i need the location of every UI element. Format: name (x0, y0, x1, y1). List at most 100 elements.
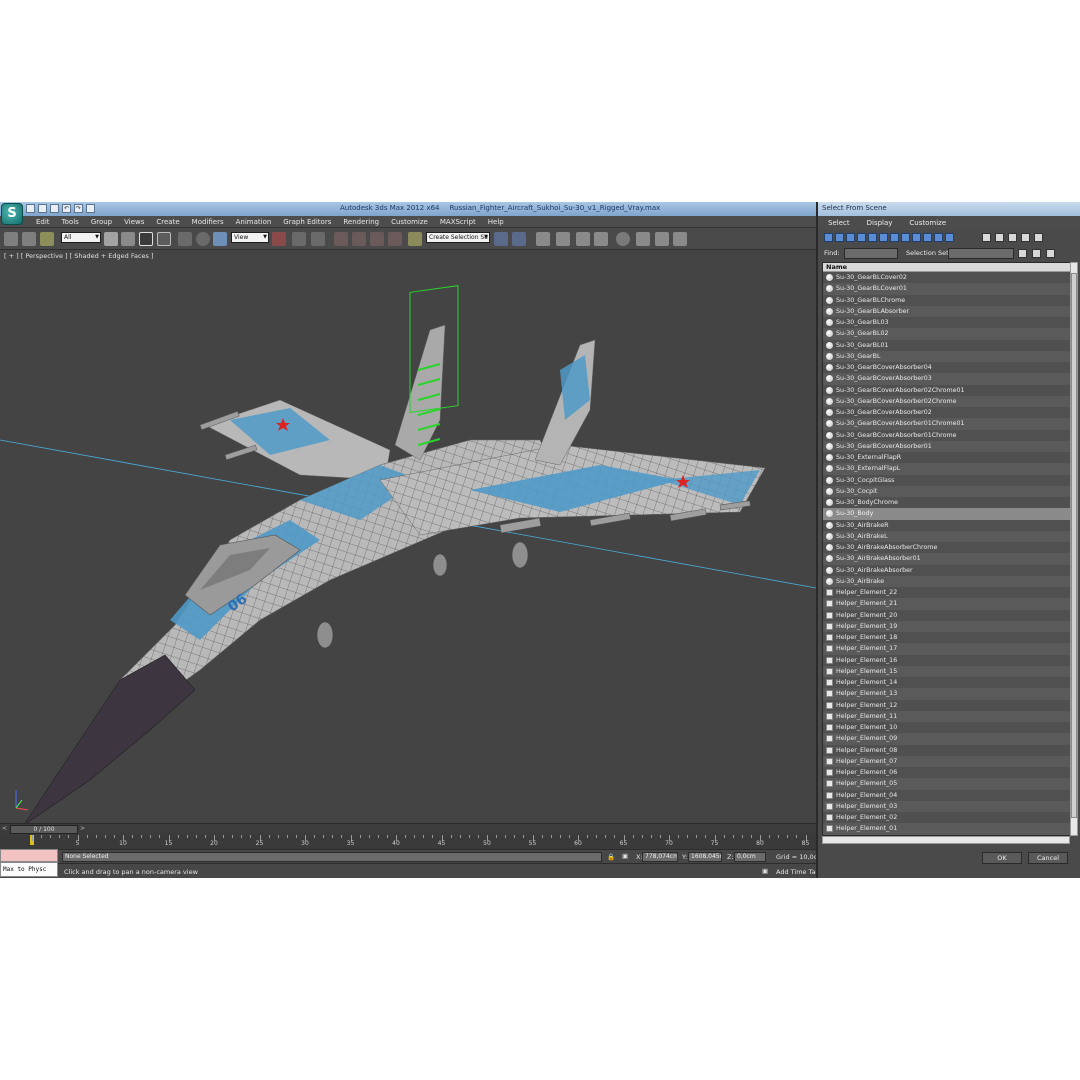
menu-graph-editors[interactable]: Graph Editors (277, 217, 337, 227)
filter-icon[interactable] (1021, 233, 1030, 242)
dialog-menu-customize[interactable]: Customize (899, 216, 953, 230)
list-item[interactable]: Su-30_ExternalFlapR (823, 452, 1073, 464)
percent-snap-icon[interactable] (370, 232, 384, 246)
rendered-frame-window-icon[interactable] (655, 232, 669, 246)
cancel-button[interactable]: Cancel (1028, 852, 1068, 864)
display-cameras-icon[interactable] (857, 233, 866, 242)
name-column-header[interactable]: Name (823, 263, 1073, 272)
list-item[interactable]: Helper_Element_13 (823, 688, 1073, 700)
select-rotate-icon[interactable] (196, 232, 210, 246)
list-item[interactable]: Helper_Element_16 (823, 654, 1073, 666)
curve-editor-icon[interactable] (576, 232, 590, 246)
list-item[interactable]: Helper_Element_06 (823, 767, 1073, 779)
list-item[interactable]: Su-30_GearBL (823, 350, 1073, 362)
list-item[interactable]: Su-30_AirBrake (823, 575, 1073, 587)
list-item[interactable]: Su-30_GearBCoverAbsorber01Chrome01 (823, 418, 1073, 430)
selection-set-icon[interactable] (1018, 249, 1027, 258)
list-item[interactable]: Helper_Element_09 (823, 733, 1073, 745)
scrollbar-thumb[interactable] (1071, 273, 1077, 818)
display-hidden-icon[interactable] (945, 233, 954, 242)
list-item[interactable]: Helper_Element_12 (823, 699, 1073, 711)
select-object-icon[interactable] (104, 232, 118, 246)
display-shapes-icon[interactable] (835, 233, 844, 242)
list-item[interactable]: Su-30_GearBLChrome (823, 294, 1073, 306)
select-move-icon[interactable] (178, 232, 192, 246)
list-item[interactable]: Su-30_GearBCoverAbsorber04 (823, 362, 1073, 374)
redo-icon[interactable]: ↷ (74, 204, 83, 213)
display-none-icon[interactable] (995, 233, 1004, 242)
new-file-icon[interactable] (26, 204, 35, 213)
list-item[interactable]: Su-30_AirBrakeAbsorber01 (823, 553, 1073, 565)
list-item[interactable]: Helper_Element_11 (823, 710, 1073, 722)
add-time-tag[interactable]: Add Time Tag (776, 868, 820, 876)
snaps-toggle-icon[interactable] (334, 232, 348, 246)
selection-set-dropdown[interactable] (948, 248, 1014, 259)
list-item[interactable]: Su-30_GearBCoverAbsorber02Chrome01 (823, 384, 1073, 396)
named-selection-dropdown[interactable]: Create Selection Se (426, 232, 490, 243)
list-item[interactable]: Su-30_AirBrakeAbsorber (823, 564, 1073, 576)
list-vertical-scrollbar[interactable] (1070, 262, 1078, 836)
list-item[interactable]: Helper_Element_18 (823, 632, 1073, 644)
menu-edit[interactable]: Edit (30, 217, 56, 227)
rectangular-selection-icon[interactable] (139, 232, 153, 246)
selection-filter-dropdown[interactable]: All (61, 232, 101, 243)
list-item[interactable]: Helper_Element_22 (823, 587, 1073, 599)
align-icon[interactable] (512, 232, 526, 246)
maxscript-listener[interactable]: Max to Physc (0, 849, 58, 878)
dialog-menu-select[interactable]: Select (818, 216, 857, 230)
list-item[interactable]: Su-30_Cocpit (823, 485, 1073, 497)
menu-tools[interactable]: Tools (56, 217, 85, 227)
list-item[interactable]: Helper_Element_02 (823, 812, 1073, 824)
select-manipulate-icon[interactable] (292, 232, 306, 246)
project-folder-icon[interactable] (86, 204, 95, 213)
selection-set-remove-icon[interactable] (1046, 249, 1055, 258)
list-item[interactable]: Helper_Element_14 (823, 677, 1073, 689)
list-item[interactable]: Helper_Element_01 (823, 823, 1073, 835)
menu-create[interactable]: Create (150, 217, 185, 227)
list-item[interactable]: Helper_Element_08 (823, 744, 1073, 756)
list-item[interactable]: Su-30_GearBL01 (823, 339, 1073, 351)
select-scale-icon[interactable] (213, 232, 227, 246)
unlink-icon[interactable] (22, 232, 36, 246)
menu-group[interactable]: Group (85, 217, 118, 227)
render-setup-icon[interactable] (636, 232, 650, 246)
menu-help[interactable]: Help (482, 217, 510, 227)
list-item[interactable]: Helper_Element_03 (823, 800, 1073, 812)
layer-manager-icon[interactable] (536, 232, 550, 246)
next-frame-icon[interactable]: > (80, 825, 85, 832)
list-item[interactable]: Su-30_BodyChrome (823, 497, 1073, 509)
save-file-icon[interactable] (50, 204, 59, 213)
list-item[interactable]: Su-30_AirBrakeR (823, 519, 1073, 531)
list-item[interactable]: Helper_Element_17 (823, 643, 1073, 655)
list-item[interactable]: Su-30_GearBLAbsorber (823, 305, 1073, 317)
mirror-icon[interactable] (494, 232, 508, 246)
time-tag-icon[interactable]: ▣ (762, 867, 768, 875)
maxscript-output[interactable] (0, 849, 58, 862)
edit-named-selection-icon[interactable] (408, 232, 422, 246)
display-xrefs-icon[interactable] (901, 233, 910, 242)
scene-object-list[interactable]: Name Su-30_GearBLCover02 Su-30_GearBLCove… (822, 262, 1074, 836)
display-geometry-icon[interactable] (824, 233, 833, 242)
pivot-center-icon[interactable] (272, 232, 286, 246)
spinner-snap-icon[interactable] (388, 232, 402, 246)
dialog-menu-display[interactable]: Display (857, 216, 900, 230)
prev-frame-icon[interactable]: < (2, 825, 7, 832)
z-coordinate-field[interactable]: 0,0cm (734, 852, 766, 862)
time-slider[interactable]: 0 / 100 (10, 825, 78, 834)
list-horizontal-scrollbar[interactable] (822, 836, 1070, 844)
angle-snap-icon[interactable] (352, 232, 366, 246)
menu-maxscript[interactable]: MAXScript (434, 217, 482, 227)
x-coordinate-field[interactable]: 778,074cm (642, 852, 678, 862)
list-item[interactable]: Su-30_AirBrakeAbsorberChrome (823, 542, 1073, 554)
menu-customize[interactable]: Customize (385, 217, 434, 227)
list-item[interactable]: Su-30_GearBCoverAbsorber03 (823, 373, 1073, 385)
schematic-view-icon[interactable] (594, 232, 608, 246)
find-input[interactable] (844, 248, 898, 259)
list-item[interactable]: Helper_Element_21 (823, 598, 1073, 610)
list-item[interactable]: Su-30_GearBCoverAbsorber01 (823, 440, 1073, 452)
bind-space-warp-icon[interactable] (40, 232, 54, 246)
absolute-mode-icon[interactable]: ▣ (622, 852, 628, 860)
menu-rendering[interactable]: Rendering (337, 217, 385, 227)
menu-animation[interactable]: Animation (230, 217, 278, 227)
keyboard-shortcut-icon[interactable] (311, 232, 325, 246)
